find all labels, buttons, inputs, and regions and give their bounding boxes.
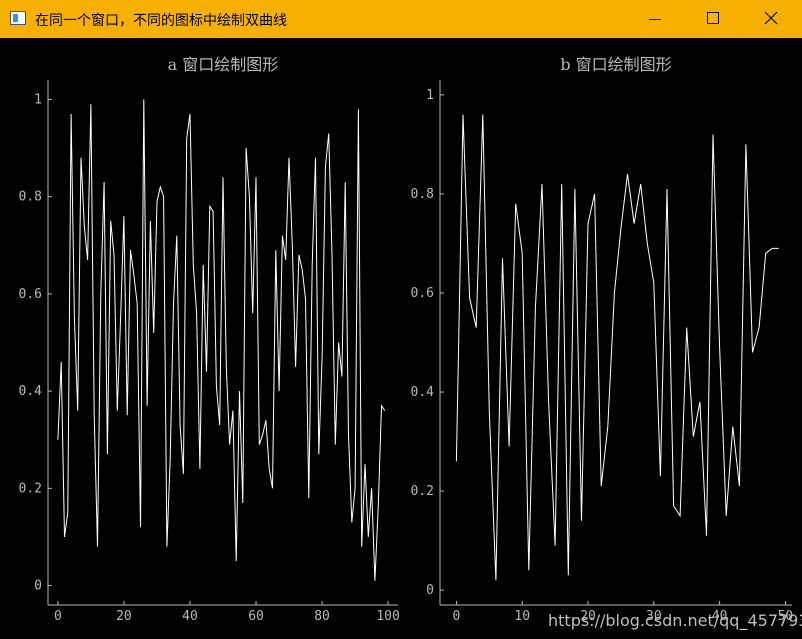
x-tick-label: 0 (54, 609, 62, 624)
minimize-button[interactable] (626, 0, 684, 38)
x-tick-label: 60 (248, 609, 264, 624)
chart-title: b 窗口绘制图形 (560, 55, 671, 74)
maximize-button[interactable] (684, 0, 742, 38)
window-title: 在同一个窗口，不同的图标中绘制双曲线 (35, 13, 287, 29)
y-tick-label: 1 (34, 92, 42, 107)
y-tick-label: 0.6 (19, 287, 42, 302)
maximize-icon (707, 12, 719, 24)
watermark-text: https://blog.csdn.net/qq_45779334 (548, 611, 802, 630)
y-tick-label: 0.2 (411, 484, 434, 499)
y-tick-label: 0 (426, 583, 434, 598)
subplot-b: 0 10 20 30 40 5000.20.40.60.81b 窗口绘制图形 (411, 55, 794, 624)
x-tick-label: 0 (453, 609, 461, 624)
y-tick-label: 0.4 (411, 385, 435, 400)
figure-canvas: 0 20 40 60 80 10000.20.40.60.81a 窗口绘制图形 0 10 20… (19, 55, 794, 624)
chart-title: a 窗口绘制图形 (168, 55, 279, 74)
y-tick-label: 0.8 (411, 187, 434, 202)
y-tick-label: 1 (426, 88, 434, 103)
x-tick-label: 20 (116, 609, 132, 624)
series-line (455, 114, 779, 581)
minimize-icon (649, 19, 661, 20)
close-button[interactable] (742, 0, 800, 38)
x-tick-label: 80 (314, 609, 330, 624)
subplot-a: 0 20 40 60 80 100 0 0.2 0.4 0.6 0.8 1 a 窗口绘制图形 (19, 55, 400, 624)
app-icon (10, 11, 26, 25)
x-tick-label: 100 (376, 609, 399, 624)
x-tick-label: 40 (182, 609, 198, 624)
y-tick-label: 0.4 (19, 384, 43, 399)
y-tick-label: 0 (34, 579, 42, 594)
x-tick-label: 10 (514, 609, 530, 624)
app-window: 在同一个窗口，不同的图标中绘制双曲线 0 20 40 60 80 100 0 0.2 0.4 0.… (0, 0, 802, 639)
close-icon (764, 11, 778, 25)
title-bar[interactable]: 在同一个窗口，不同的图标中绘制双曲线 (0, 0, 802, 38)
series-line (57, 99, 386, 581)
y-tick-label: 0.6 (411, 286, 434, 301)
y-tick-label: 0.8 (19, 190, 42, 205)
y-tick-label: 0.2 (19, 481, 42, 496)
